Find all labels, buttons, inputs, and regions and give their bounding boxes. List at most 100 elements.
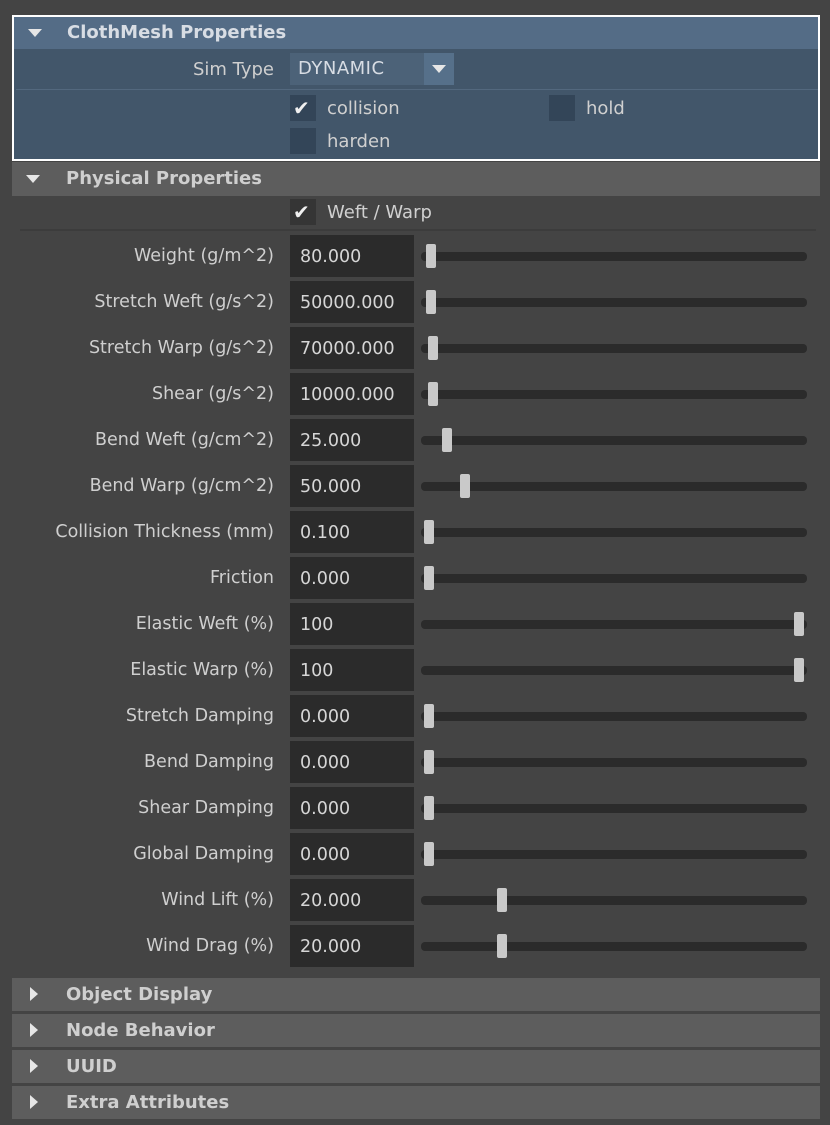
slider-handle[interactable] [423, 566, 434, 590]
property-value-field[interactable]: 0.000 [290, 557, 414, 599]
sim-type-dropdown-button[interactable] [424, 53, 454, 85]
collapsed-section-header[interactable]: Node Behavior [12, 1014, 820, 1047]
property-value-field[interactable]: 100 [290, 603, 414, 645]
slider-handle[interactable] [427, 382, 438, 406]
slider-handle[interactable] [423, 796, 434, 820]
property-value-field[interactable]: 0.100 [290, 511, 414, 553]
chevron-down-icon [432, 65, 446, 73]
expand-triangle-icon[interactable] [30, 1059, 38, 1073]
property-value-field[interactable]: 50000.000 [290, 281, 414, 323]
property-value-field[interactable]: 80.000 [290, 235, 414, 277]
slider-handle[interactable] [423, 704, 434, 728]
property-label: Bend Warp (g/cm^2) [89, 476, 274, 496]
property-value-field[interactable]: 0.000 [290, 787, 414, 829]
expand-triangle-icon[interactable] [30, 1023, 38, 1037]
slider-handle[interactable] [460, 474, 471, 498]
property-row: Elastic Weft (%) 100 [0, 603, 830, 645]
property-row: Shear Damping 0.000 [0, 787, 830, 829]
property-value-field[interactable]: 20.000 [290, 879, 414, 921]
slider-handle[interactable] [497, 888, 508, 912]
property-label: Stretch Warp (g/s^2) [88, 338, 274, 358]
collapsed-section-title: Object Display [66, 984, 213, 1005]
collapse-triangle-icon[interactable] [26, 175, 40, 183]
property-value-field[interactable]: 0.000 [290, 741, 414, 783]
property-label: Bend Weft (g/cm^2) [95, 430, 274, 450]
row-divider [20, 229, 816, 231]
property-label: Shear Damping [138, 798, 274, 818]
slider-handle[interactable] [423, 842, 434, 866]
property-slider-track[interactable] [421, 712, 807, 721]
property-label: Bend Damping [144, 752, 274, 772]
slider-handle[interactable] [794, 612, 805, 636]
collapsed-section-title: Node Behavior [66, 1020, 215, 1041]
property-slider-track[interactable] [421, 298, 807, 307]
property-label: Elastic Weft (%) [135, 614, 274, 634]
property-value-field[interactable]: 70000.000 [290, 327, 414, 369]
property-slider-track[interactable] [421, 850, 807, 859]
property-value-field[interactable]: 50.000 [290, 465, 414, 507]
property-row: Wind Drag (%) 20.000 [0, 925, 830, 967]
property-slider-track[interactable] [421, 804, 807, 813]
weft-warp-checkbox[interactable]: ✔ [290, 199, 316, 225]
property-value-field[interactable]: 25.000 [290, 419, 414, 461]
property-slider-track[interactable] [421, 482, 807, 491]
property-slider-track[interactable] [421, 758, 807, 767]
slider-handle[interactable] [427, 336, 438, 360]
property-slider-track[interactable] [421, 252, 807, 261]
property-value-field[interactable]: 0.000 [290, 833, 414, 875]
collapse-triangle-icon[interactable] [28, 29, 42, 37]
property-value-field[interactable]: 0.000 [290, 695, 414, 737]
slider-handle[interactable] [423, 750, 434, 774]
property-row: Bend Damping 0.000 [0, 741, 830, 783]
slider-handle[interactable] [425, 290, 436, 314]
slider-handle[interactable] [497, 934, 508, 958]
property-slider-track[interactable] [421, 666, 807, 675]
property-slider-track[interactable] [421, 528, 807, 537]
checkmark-icon: ✔ [293, 200, 310, 224]
property-label: Global Damping [133, 844, 274, 864]
collision-label: collision [327, 98, 400, 119]
property-slider-track[interactable] [421, 574, 807, 583]
slider-handle[interactable] [794, 658, 805, 682]
property-value-field[interactable]: 20.000 [290, 925, 414, 967]
property-label: Collision Thickness (mm) [55, 522, 274, 542]
property-row: Stretch Warp (g/s^2) 70000.000 [0, 327, 830, 369]
property-label: Shear (g/s^2) [151, 384, 274, 404]
property-label: Wind Drag (%) [146, 936, 274, 956]
harden-label: harden [327, 131, 391, 152]
property-slider-track[interactable] [421, 436, 807, 445]
property-row: Bend Weft (g/cm^2) 25.000 [0, 419, 830, 461]
property-slider-track[interactable] [421, 344, 807, 353]
physical-properties-header[interactable]: Physical Properties [12, 162, 820, 196]
clothmesh-properties-header[interactable]: ClothMesh Properties [14, 17, 818, 49]
harden-checkbox[interactable] [290, 128, 316, 154]
slider-handle[interactable] [442, 428, 453, 452]
property-slider-track[interactable] [421, 896, 807, 905]
property-row: Bend Warp (g/cm^2) 50.000 [0, 465, 830, 507]
slider-handle[interactable] [425, 244, 436, 268]
collapsed-section-header[interactable]: Object Display [12, 978, 820, 1011]
property-label: Friction [210, 568, 274, 588]
collapsed-section-title: UUID [66, 1056, 117, 1077]
property-value-field[interactable]: 100 [290, 649, 414, 691]
property-row: Friction 0.000 [0, 557, 830, 599]
property-value-field[interactable]: 10000.000 [290, 373, 414, 415]
collapsed-section-header[interactable]: UUID [12, 1050, 820, 1083]
slider-handle[interactable] [423, 520, 434, 544]
property-row: Stretch Damping 0.000 [0, 695, 830, 737]
collapsed-section-header[interactable]: Extra Attributes [12, 1086, 820, 1119]
sim-type-dropdown[interactable]: DYNAMIC [290, 53, 454, 85]
property-label: Wind Lift (%) [161, 890, 274, 910]
property-slider-track[interactable] [421, 942, 807, 951]
property-label: Stretch Damping [125, 706, 274, 726]
property-slider-track[interactable] [421, 620, 807, 629]
property-slider-track[interactable] [421, 390, 807, 399]
expand-triangle-icon[interactable] [30, 1095, 38, 1109]
property-row: Weight (g/m^2) 80.000 [0, 235, 830, 277]
collision-checkbox[interactable]: ✔ [290, 95, 316, 121]
expand-triangle-icon[interactable] [30, 987, 38, 1001]
property-label: Weight (g/m^2) [133, 246, 274, 266]
property-row: Stretch Weft (g/s^2) 50000.000 [0, 281, 830, 323]
hold-checkbox[interactable] [549, 95, 575, 121]
clothmesh-properties-title: ClothMesh Properties [67, 22, 287, 43]
